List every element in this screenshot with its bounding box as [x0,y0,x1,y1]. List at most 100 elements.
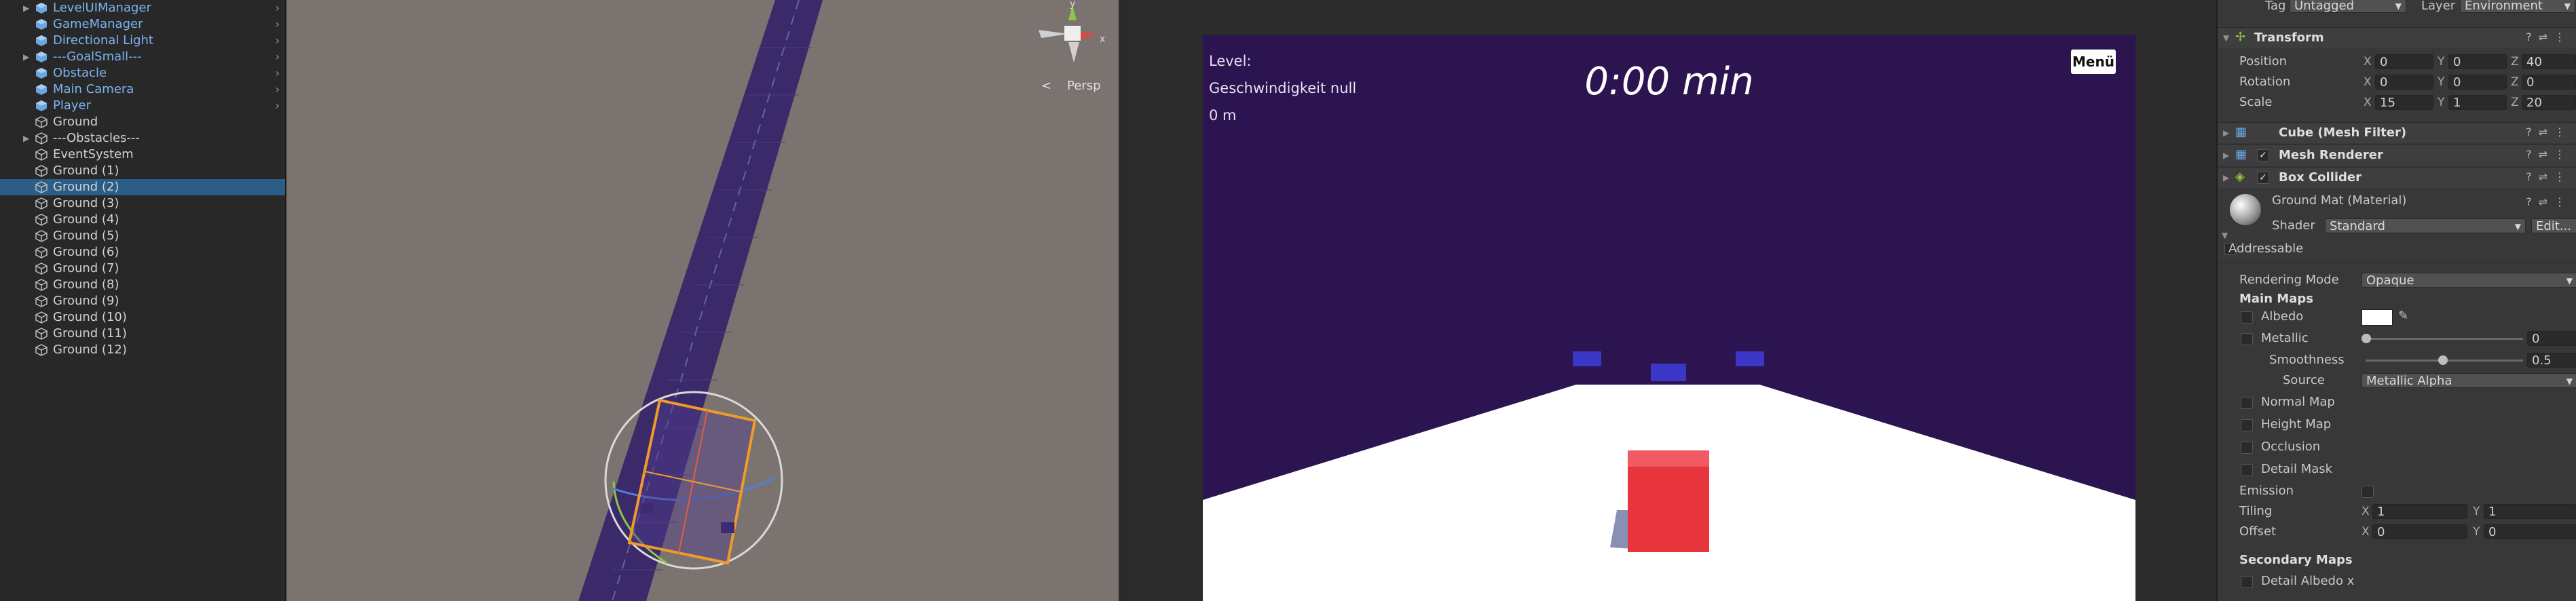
hierarchy-item[interactable]: Main Camera › [0,81,285,98]
scene-obstacle-2[interactable] [721,522,734,533]
source-value: Metallic Alpha [2366,374,2452,388]
scene-obstacle-1[interactable] [641,503,653,513]
prefab-cube-icon [36,35,47,46]
chevron-right-icon[interactable]: › [276,65,280,81]
hierarchy-item[interactable]: Ground (1) [0,163,285,179]
hierarchy-item[interactable]: Ground (2) [0,179,285,195]
tiling-y-field[interactable]: 1 [2484,504,2576,519]
detail-albedo-slot[interactable] [2241,576,2253,588]
box-collider-enabled-checkbox[interactable]: ✓ [2257,172,2269,184]
hierarchy-item[interactable]: Directional Light › [0,33,285,49]
fold-right-icon[interactable]: ▶ [23,130,29,147]
chevron-right-icon[interactable]: › [276,16,280,33]
material-fold-icon[interactable]: ▼ [2222,228,2228,243]
offset-y-field[interactable]: 0 [2484,524,2576,539]
chevron-right-icon[interactable]: › [276,81,280,98]
chevron-right-icon[interactable]: › [276,33,280,49]
fold-right-icon[interactable]: ▶ [2223,170,2229,185]
shader-dropdown[interactable]: Standard ▼ [2325,218,2526,233]
orientation-gizmo[interactable] [1039,5,1098,62]
detail-mask-slot[interactable] [2241,464,2253,476]
game-canvas [1203,351,2135,601]
smoothness-value-field[interactable]: 0.5 [2527,353,2576,368]
rotation-label: Rotation [2239,75,2291,89]
fold-down-icon[interactable]: ▼ [2223,31,2229,45]
occlusion-slot[interactable] [2241,442,2253,454]
mesh-filter-header[interactable]: ▶ ▦ Cube (Mesh Filter) ?⇌⋮ [2218,122,2576,143]
persp-label[interactable]: Persp [1067,79,1101,93]
rotation-z-field[interactable]: 0 [2522,75,2576,90]
metallic-slider-handle[interactable] [2362,334,2371,343]
hierarchy-item[interactable]: EventSystem [0,147,285,163]
scene-game-divider[interactable] [1119,0,1127,601]
hierarchy-item[interactable]: Ground (4) [0,212,285,228]
material-preview-sphere[interactable] [2230,194,2261,225]
tiling-x-field[interactable]: 1 [2372,504,2467,519]
fold-right-icon[interactable]: ▶ [23,0,29,16]
source-dropdown[interactable]: Metallic Alpha ▼ [2362,373,2576,388]
eyedropper-icon[interactable]: ✎ [2398,309,2408,324]
rotation-y-field[interactable]: 0 [2448,75,2507,90]
shader-edit-button[interactable]: Edit... [2531,218,2576,233]
hierarchy-item[interactable]: Ground (11) [0,326,285,342]
hierarchy-item[interactable]: ▶ ---Obstacles--- [0,130,285,147]
scale-x-field[interactable]: 15 [2375,95,2433,110]
hierarchy-item[interactable]: Ground (3) [0,195,285,212]
component-menu-icons[interactable]: ?⇌⋮ [2526,195,2572,208]
albedo-color-swatch[interactable] [2362,309,2393,326]
gameobject-cube-icon [35,149,48,161]
emission-checkbox[interactable] [2362,486,2374,498]
component-menu-icons[interactable]: ?⇌⋮ [2526,125,2572,138]
hierarchy-item[interactable]: Ground (5) [0,228,285,244]
hierarchy-item[interactable]: Ground (10) [0,309,285,326]
position-z-field[interactable]: 40 [2522,54,2576,69]
hierarchy-item[interactable]: Obstacle › [0,65,285,81]
gameobject-cube-icon [35,344,48,356]
prefab-cube-icon [36,100,47,111]
chevron-right-icon[interactable]: › [276,0,280,16]
hierarchy-item[interactable]: ▶ LevelUIManager › [0,0,285,16]
scene-canvas[interactable]: y x Persp < [286,0,1119,601]
menu-button[interactable]: Menü [2071,50,2116,74]
hierarchy-item[interactable]: Ground [0,114,285,130]
rotation-x-field[interactable]: 0 [2375,75,2433,90]
fold-right-icon[interactable]: ▶ [2223,148,2229,163]
box-collider-header[interactable]: ▶ ◈ ✓ Box Collider ?⇌⋮ [2218,167,2576,188]
metallic-slider-track[interactable] [2366,338,2523,340]
normal-map-slot[interactable] [2241,397,2253,409]
metallic-texture-slot[interactable] [2241,333,2253,345]
chevron-right-icon[interactable]: › [276,49,280,65]
divider [2218,262,2576,263]
chevron-right-icon[interactable]: › [276,98,280,114]
scale-y-field[interactable]: 1 [2448,95,2507,110]
fold-right-icon[interactable]: ▶ [23,49,29,65]
tag-dropdown[interactable]: Untagged ▼ [2290,0,2406,13]
component-menu-icons[interactable]: ?⇌⋮ [2526,31,2572,43]
height-map-slot[interactable] [2241,419,2253,431]
offset-x-field[interactable]: 0 [2372,524,2467,539]
metallic-value-field[interactable]: 0 [2527,331,2576,346]
scene-view[interactable]: y x Persp < [286,0,1119,601]
position-x-field[interactable]: 0 [2375,54,2433,69]
hierarchy-item[interactable]: Ground (7) [0,260,285,277]
layer-dropdown[interactable]: Environment ▼ [2460,0,2575,13]
scale-z-field[interactable]: 20 [2522,95,2576,110]
mesh-renderer-enabled-checkbox[interactable]: ✓ [2257,149,2269,161]
position-y-field[interactable]: 0 [2448,54,2507,69]
mesh-renderer-header[interactable]: ▶ ▦ ✓ Mesh Renderer ?⇌⋮ [2218,144,2576,166]
hierarchy-item[interactable]: Ground (12) [0,342,285,358]
component-menu-icons[interactable]: ?⇌⋮ [2526,170,2572,183]
albedo-texture-slot[interactable] [2241,311,2253,324]
component-menu-icons[interactable]: ?⇌⋮ [2526,148,2572,161]
hierarchy-item[interactable]: GameManager › [0,16,285,33]
hierarchy-item[interactable]: Ground (9) [0,293,285,309]
fold-right-icon[interactable]: ▶ [2223,125,2229,140]
hierarchy-item[interactable]: Player › [0,98,285,114]
hierarchy-item[interactable]: Ground (6) [0,244,285,260]
rendering-mode-dropdown[interactable]: Opaque ▼ [2362,273,2576,288]
hierarchy-item[interactable]: Ground (8) [0,277,285,293]
hierarchy-item[interactable]: ▶ ---GoalSmall--- › [0,49,285,65]
transform-header[interactable]: ▼ ✢ Transform ?⇌⋮ [2218,27,2576,48]
game-view[interactable]: Level: Geschwindigkeit null 0 m 0:00 min… [1203,35,2135,601]
smoothness-slider-handle[interactable] [2438,355,2448,365]
